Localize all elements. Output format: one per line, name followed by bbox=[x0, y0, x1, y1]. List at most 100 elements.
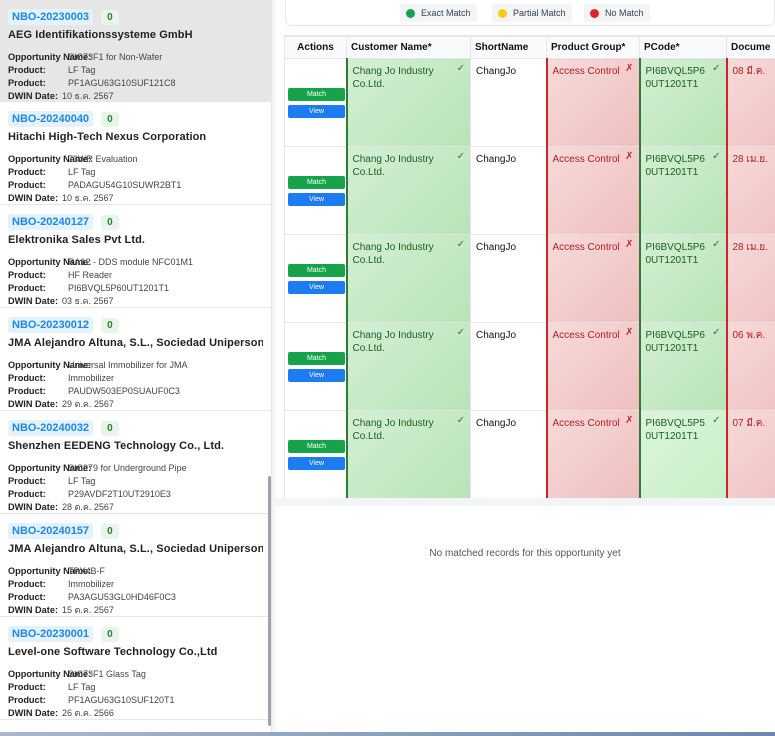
customer-name-value: Chang Jo Industry Co.Ltd. bbox=[352, 154, 434, 178]
card-product-label: Product: bbox=[8, 167, 46, 177]
product-group-cell: Access Control ✗ bbox=[545, 410, 640, 498]
card-product-label: Product: bbox=[8, 579, 46, 589]
header-pcode[interactable]: PCode* bbox=[639, 36, 727, 59]
card-header: NBO-20240157 0 bbox=[8, 522, 263, 540]
nbo-badge: NBO-20240040 bbox=[8, 111, 94, 127]
card-product-code-row: Product: PAUDW503EP0SUAUF0C3 bbox=[8, 385, 263, 398]
customer-name-cell: Chang Jo Industry Co.Ltd. ✓ bbox=[345, 410, 471, 498]
document-date-cell: 28 เม.ย. bbox=[725, 146, 775, 235]
match-button[interactable]: Match bbox=[288, 175, 345, 189]
match-table-container[interactable]: Actions Customer Name* ShortName Product… bbox=[284, 35, 775, 498]
table-row: Match View Chang Jo Industry Co.Ltd. ✓ Chang… bbox=[284, 322, 775, 411]
red-dot-icon bbox=[590, 8, 599, 18]
card-product-code-row: Product: PA3AGU53GL0HD46F0C3 bbox=[8, 591, 263, 604]
card-dwin-date-value: 29 ต.ค. 2567 bbox=[62, 399, 114, 409]
opportunity-card[interactable]: NBO-20240040 0 Hitachi High-Tech Nexus Cor… bbox=[0, 102, 271, 205]
company-name: Shenzhen EEDENG Technology Co., Ltd. bbox=[8, 440, 225, 452]
opportunity-card[interactable]: NBO-20240127 0 Elektronika Sales Pvt Ltd. O… bbox=[0, 205, 271, 308]
card-opportunity-name-value: SIC73F1 Glass Tag bbox=[68, 669, 146, 679]
header-document[interactable]: Docume bbox=[726, 36, 775, 59]
match-count-badge: 0 bbox=[101, 214, 119, 230]
card-opportunity-name-label: Opportunity Name: bbox=[8, 154, 92, 164]
actions-cell: Match View bbox=[284, 58, 347, 147]
product-group-cell: Access Control ✗ bbox=[545, 58, 640, 147]
document-date-value: 07 มี.ค. bbox=[732, 418, 766, 429]
view-button[interactable]: View bbox=[288, 280, 345, 294]
card-product-label: Product: bbox=[8, 476, 46, 486]
header-product-group[interactable]: Product Group* bbox=[546, 36, 640, 59]
card-product-code-row: Product: P29AVDF2T10UT2910E3 bbox=[8, 488, 263, 501]
opportunity-card[interactable]: NBO-20230012 0 JMA Alejandro Altuna, S.L.,… bbox=[0, 308, 271, 411]
opportunity-card[interactable]: NBO-20240032 0 Shenzhen EEDENG Technology … bbox=[0, 411, 271, 514]
actions-cell: Match View bbox=[284, 146, 347, 235]
opportunity-card[interactable]: NBO-20230001 0 Level-one Software Technolo… bbox=[0, 617, 271, 720]
legend-exact-label: Exact Match bbox=[421, 8, 471, 18]
card-product-code-value: PAUDW503EP0SUAUF0C3 bbox=[68, 386, 180, 396]
yellow-dot-icon bbox=[498, 8, 507, 18]
actions-cell: Match View bbox=[284, 234, 347, 323]
product-group-cell: Access Control ✗ bbox=[545, 322, 640, 411]
customer-name-value: Chang Jo Industry Co.Ltd. bbox=[352, 330, 434, 354]
actions-cell: Match View bbox=[284, 322, 347, 411]
header-actions: Actions bbox=[284, 36, 347, 59]
card-product-code-label: Product: bbox=[8, 180, 46, 190]
table-header-row: Actions Customer Name* ShortName Product… bbox=[284, 36, 775, 59]
check-icon: ✓ bbox=[712, 151, 721, 162]
legend-bar: Exact Match Partial Match No Match bbox=[285, 0, 775, 26]
card-product-label: Product: bbox=[8, 373, 46, 383]
card-dwin-date-label: DWIN Date: bbox=[8, 91, 59, 101]
view-button[interactable]: View bbox=[288, 368, 345, 382]
card-header: NBO-20230012 0 bbox=[8, 316, 263, 334]
company-name: Hitachi High-Tech Nexus Corporation bbox=[8, 131, 207, 143]
card-dwin-date-row: DWIN Date: 28 ต.ค. 2567 bbox=[8, 501, 263, 514]
match-button[interactable]: Match bbox=[288, 439, 345, 453]
card-product-code-row: Product: PI6BVQL5P60UT1201T1 bbox=[8, 282, 263, 295]
card-dwin-date-row: DWIN Date: 26 ต.ค. 2566 bbox=[8, 707, 263, 720]
company-name: JMA Alejandro Altuna, S.L., Sociedad Uni… bbox=[8, 337, 263, 349]
match-count-badge: 0 bbox=[101, 9, 119, 25]
view-button[interactable]: View bbox=[288, 192, 345, 206]
opportunity-card[interactable]: NBO-20240157 0 JMA Alejandro Altuna, S.L.,… bbox=[0, 514, 271, 617]
card-dwin-date-row: DWIN Date: 10 ธ.ค. 2567 bbox=[8, 192, 263, 205]
short-name-value: ChangJo bbox=[476, 418, 517, 429]
card-product-value: Immobilizer bbox=[68, 579, 115, 589]
card-product-label: Product: bbox=[8, 270, 46, 280]
card-opportunity-name-value: SIC73F1 for Non-Wafer bbox=[68, 52, 163, 62]
card-dwin-date-value: 10 ธ.ค. 2567 bbox=[62, 193, 114, 203]
card-dwin-date-value: 15 ต.ค. 2567 bbox=[62, 605, 114, 615]
card-dwin-date-label: DWIN Date: bbox=[8, 193, 59, 203]
card-header: NBO-20240127 0 bbox=[8, 213, 263, 231]
card-product-code-value: PI6BVQL5P60UT1201T1 bbox=[68, 283, 170, 293]
card-product-value: Immobilizer bbox=[68, 373, 115, 383]
card-dwin-date-label: DWIN Date: bbox=[8, 708, 59, 718]
document-date-cell: 06 พ.ค. bbox=[725, 322, 775, 411]
header-short-name[interactable]: ShortName bbox=[470, 36, 547, 59]
card-product-code-value: PF1AGU63G10SUF120T1 bbox=[68, 695, 175, 705]
card-dwin-date-value: 10 ธ.ค. 2567 bbox=[62, 91, 114, 101]
card-product-row: Product: HF Reader bbox=[8, 269, 263, 282]
cross-icon: ✗ bbox=[625, 239, 634, 250]
card-opportunity-name-label: Opportunity Name: bbox=[8, 360, 92, 370]
card-product-row: Product: LF Tag bbox=[8, 64, 263, 77]
short-name-cell: ChangJo bbox=[470, 234, 547, 323]
list-scrollbar[interactable] bbox=[268, 476, 271, 726]
match-button[interactable]: Match bbox=[288, 263, 345, 277]
match-button[interactable]: Match bbox=[288, 351, 345, 365]
check-icon: ✓ bbox=[712, 327, 721, 338]
card-product-code-row: Product: PADAGU54G10SUWR2BT1 bbox=[8, 179, 263, 192]
view-button[interactable]: View bbox=[288, 104, 345, 118]
card-product-label: Product: bbox=[8, 65, 46, 75]
check-icon: ✓ bbox=[712, 63, 721, 74]
card-opportunity-name-row: Opportunity Name:SIC279 for Underground … bbox=[8, 462, 263, 475]
card-opportunity-name-row: Opportunity Name:SIC73F1 for Non-Wafer bbox=[8, 51, 263, 64]
match-button[interactable]: Match bbox=[288, 87, 345, 101]
card-header: NBO-20240032 0 bbox=[8, 419, 263, 437]
header-customer-name[interactable]: Customer Name* bbox=[346, 36, 471, 59]
card-product-code-label: Product: bbox=[8, 78, 46, 88]
view-button[interactable]: View bbox=[288, 456, 345, 470]
opportunity-card[interactable]: NBO-20230003 0 AEG Identifikationssysteme … bbox=[0, 0, 271, 102]
card-product-row: Product: Immobilizer bbox=[8, 578, 263, 591]
card-opportunity-name-row: Opportunity Name:Universal Immobilizer f… bbox=[8, 359, 263, 372]
actions-cell: Match View bbox=[284, 410, 347, 498]
nbo-badge: NBO-20240127 bbox=[8, 214, 94, 230]
